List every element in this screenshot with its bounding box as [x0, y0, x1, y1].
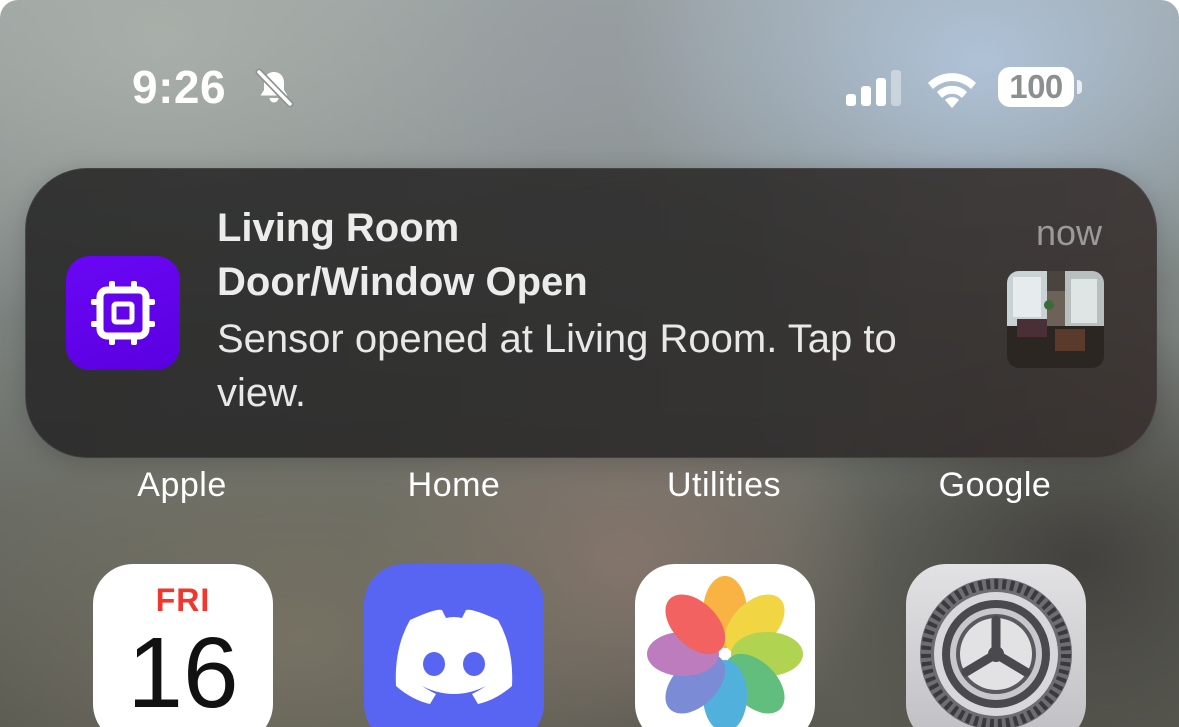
- chip-icon: [91, 281, 155, 345]
- status-time: 9:26: [132, 61, 227, 113]
- battery-icon: 100: [998, 67, 1074, 107]
- notification-time: now: [1035, 212, 1102, 253]
- notification-app-icon: [66, 256, 180, 370]
- folder-label-home[interactable]: Home: [344, 466, 564, 505]
- home-screen: 9:26 100 Living Room Door/Window Open Se…: [0, 0, 1179, 727]
- calendar-day: FRI: [155, 582, 211, 618]
- settings-app-icon[interactable]: [906, 564, 1086, 727]
- wifi-icon: [928, 73, 976, 108]
- notification-title: Living Room: [217, 206, 460, 250]
- folder-label-google[interactable]: Google: [885, 466, 1105, 505]
- notification-subtitle: Door/Window Open: [217, 260, 588, 304]
- gear-icon: [920, 578, 1072, 727]
- calendar-date: 16: [127, 617, 239, 727]
- calendar-app-icon[interactable]: FRI 16: [93, 564, 273, 727]
- cellular-signal-icon: [846, 70, 901, 106]
- room-photo-image: [1007, 271, 1104, 368]
- folder-label-apple[interactable]: Apple: [72, 466, 292, 505]
- battery-level: 100: [1009, 68, 1063, 105]
- battery-nub: [1077, 80, 1082, 94]
- bell-slash-icon: [255, 68, 294, 108]
- photos-app-icon[interactable]: [635, 564, 815, 727]
- notification-body: Sensor opened at Living Room. Tap to vie…: [217, 317, 897, 415]
- discord-app-icon[interactable]: [364, 564, 544, 727]
- folder-label-utilities[interactable]: Utilities: [614, 466, 834, 505]
- discord-icon: [395, 609, 513, 704]
- photos-icon: [647, 576, 803, 727]
- notification-thumbnail[interactable]: [1007, 271, 1104, 368]
